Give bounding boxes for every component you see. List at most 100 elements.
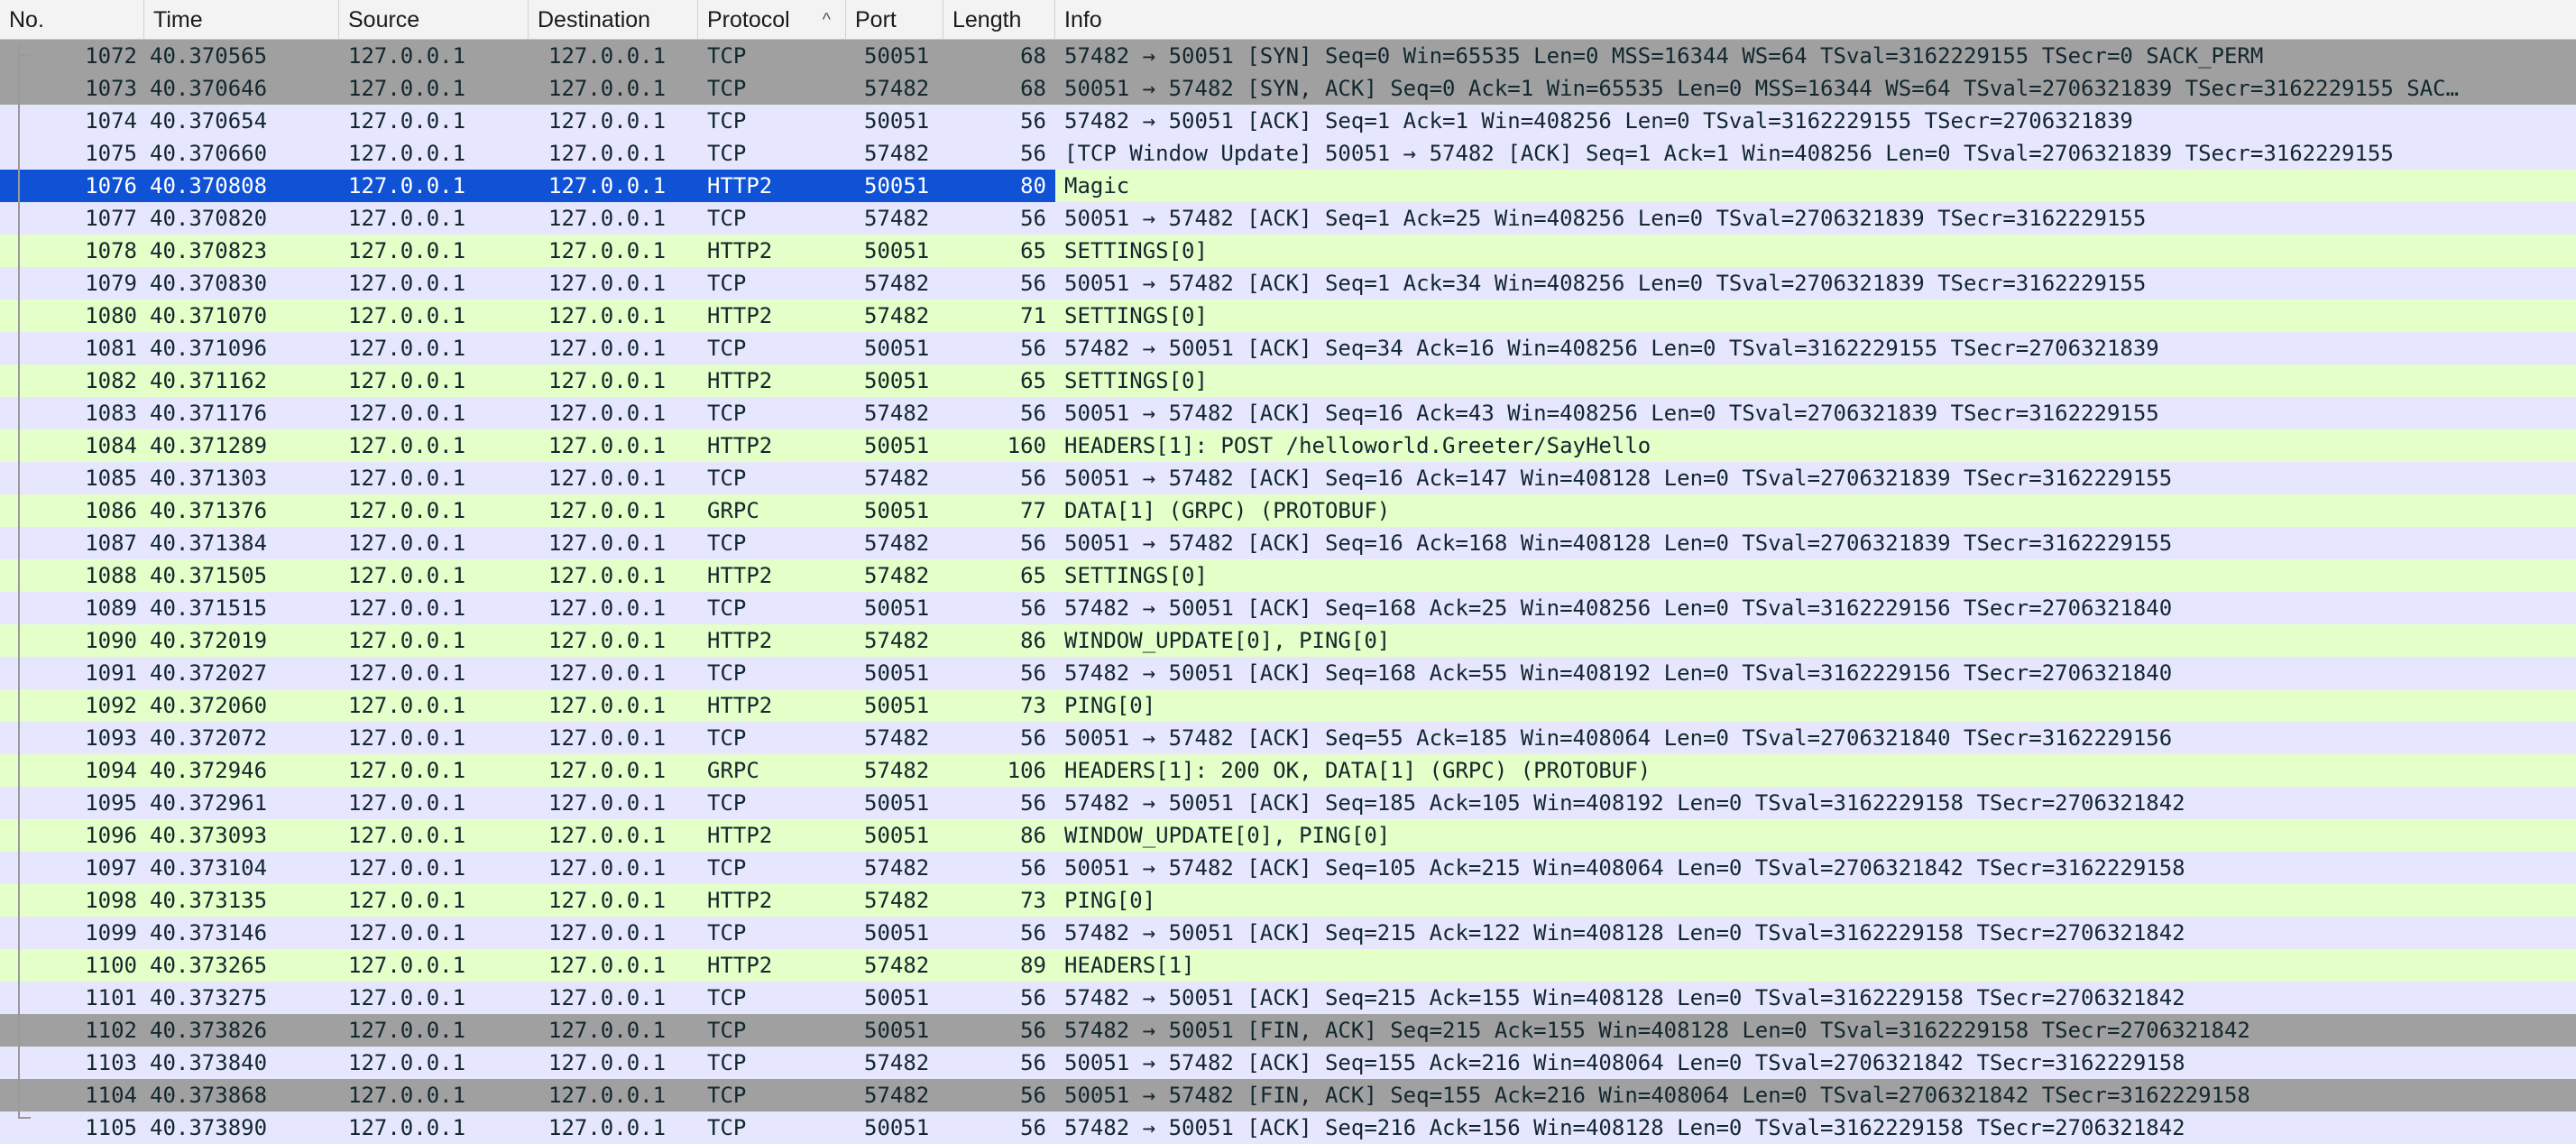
packet-row[interactable]: 1089 40.371515 127.0.0.1 127.0.0.1 TCP 50051 5…: [0, 592, 2576, 624]
column-header-info-label: Info: [1064, 7, 1102, 32]
packet-row[interactable]: 1086 40.371376 127.0.0.1 127.0.0.1 GRPC 50051…: [0, 494, 2576, 527]
packet-info: 57482 → 50051 [ACK] Seq=215 Ack=122 Win=…: [1064, 920, 2185, 946]
packet-row[interactable]: 1099 40.373146 127.0.0.1 127.0.0.1 TCP 50051 5…: [0, 917, 2576, 949]
packet-length: 56: [1020, 466, 1046, 491]
packet-row[interactable]: 1101 40.373275 127.0.0.1 127.0.0.1 TCP 50051 5…: [0, 982, 2576, 1014]
column-header-protocol-label: Protocol: [707, 7, 790, 32]
packet-protocol: TCP: [707, 466, 747, 491]
packet-number: 1091: [85, 660, 137, 686]
packet-length: 68: [1020, 76, 1046, 101]
packet-info: 57482 → 50051 [ACK] Seq=34 Ack=16 Win=40…: [1064, 336, 2159, 361]
packet-length: 73: [1020, 693, 1046, 718]
packet-protocol: TCP: [707, 401, 747, 426]
packet-row[interactable]: 1090 40.372019 127.0.0.1 127.0.0.1 HTTP2 5748…: [0, 624, 2576, 657]
packet-time: 40.371376: [150, 498, 268, 523]
packet-row[interactable]: 1094 40.372946 127.0.0.1 127.0.0.1 GRPC 57482…: [0, 754, 2576, 787]
packet-row[interactable]: 1082 40.371162 127.0.0.1 127.0.0.1 HTTP2 5005…: [0, 364, 2576, 397]
packet-info: 57482 → 50051 [ACK] Seq=216 Ack=156 Win=…: [1064, 1115, 2185, 1140]
packet-length: 68: [1020, 43, 1046, 69]
packet-row[interactable]: 1091 40.372027 127.0.0.1 127.0.0.1 TCP 50051 5…: [0, 657, 2576, 689]
packet-row[interactable]: 1080 40.371070 127.0.0.1 127.0.0.1 HTTP2 5748…: [0, 300, 2576, 332]
packet-destination: 127.0.0.1: [548, 660, 667, 686]
packet-info: 57482 → 50051 [ACK] Seq=168 Ack=55 Win=4…: [1064, 660, 2173, 686]
packet-row[interactable]: 1073 40.370646 127.0.0.1 127.0.0.1 TCP 57482 6…: [0, 72, 2576, 105]
packet-row[interactable]: 1093 40.372072 127.0.0.1 127.0.0.1 TCP 57482 5…: [0, 722, 2576, 754]
packet-protocol: HTTP2: [707, 953, 773, 978]
packet-port: 50051: [864, 660, 930, 686]
packet-number: 1077: [85, 206, 137, 231]
packet-source: 127.0.0.1: [348, 530, 466, 556]
packet-info: 57482 → 50051 [ACK] Seq=168 Ack=25 Win=4…: [1064, 595, 2173, 621]
packet-row[interactable]: 1088 40.371505 127.0.0.1 127.0.0.1 HTTP2 5748…: [0, 559, 2576, 592]
column-header-length[interactable]: Length: [943, 0, 1055, 40]
packet-protocol: TCP: [707, 790, 747, 816]
packet-protocol: TCP: [707, 76, 747, 101]
packet-info: SETTINGS[0]: [1064, 238, 1208, 263]
packet-number: 1093: [85, 725, 137, 751]
packet-row[interactable]: 1078 40.370823 127.0.0.1 127.0.0.1 HTTP2 5005…: [0, 235, 2576, 267]
packet-row[interactable]: 1104 40.373868 127.0.0.1 127.0.0.1 TCP 57482 5…: [0, 1079, 2576, 1112]
packet-port: 50051: [864, 1115, 930, 1140]
packet-destination: 127.0.0.1: [548, 855, 667, 881]
packet-source: 127.0.0.1: [348, 336, 466, 361]
packet-number: 1089: [85, 595, 137, 621]
packet-row[interactable]: 1077 40.370820 127.0.0.1 127.0.0.1 TCP 57482 5…: [0, 202, 2576, 235]
packet-protocol: TCP: [707, 595, 747, 621]
packet-time: 40.370820: [150, 206, 268, 231]
packet-length: 56: [1020, 985, 1046, 1010]
packet-length: 160: [1007, 433, 1046, 458]
packet-port: 50051: [864, 238, 930, 263]
packet-time: 40.371096: [150, 336, 268, 361]
packet-protocol: TCP: [707, 920, 747, 946]
packet-row[interactable]: 1084 40.371289 127.0.0.1 127.0.0.1 HTTP2 5005…: [0, 429, 2576, 462]
packet-row[interactable]: 1075 40.370660 127.0.0.1 127.0.0.1 TCP 57482 5…: [0, 137, 2576, 170]
packet-row[interactable]: 1092 40.372060 127.0.0.1 127.0.0.1 HTTP2 5005…: [0, 689, 2576, 722]
column-header-protocol[interactable]: Protocol ^: [698, 0, 846, 40]
column-header-time[interactable]: Time: [144, 0, 339, 40]
packet-info: Magic: [1055, 170, 2576, 202]
column-header-port[interactable]: Port: [846, 0, 943, 40]
packet-port: 57482: [864, 1050, 930, 1075]
packet-number: 1101: [85, 985, 137, 1010]
packet-port: 57482: [864, 725, 930, 751]
packet-time: 40.373826: [150, 1018, 268, 1043]
packet-row[interactable]: 1074 40.370654 127.0.0.1 127.0.0.1 TCP 50051 5…: [0, 105, 2576, 137]
packet-row[interactable]: 1100 40.373265 127.0.0.1 127.0.0.1 HTTP2 5748…: [0, 949, 2576, 982]
packet-time: 40.373104: [150, 855, 268, 881]
column-header-source[interactable]: Source: [339, 0, 529, 40]
sort-ascending-icon: ^: [822, 10, 831, 30]
packet-info: WINDOW_UPDATE[0], PING[0]: [1064, 628, 1391, 653]
packet-row-selected[interactable]: 1076 40.370808 127.0.0.1 127.0.0.1 HTTP2 5005…: [0, 170, 2576, 202]
packet-time: 40.372961: [150, 790, 268, 816]
packet-row[interactable]: 1103 40.373840 127.0.0.1 127.0.0.1 TCP 57482 5…: [0, 1047, 2576, 1079]
packet-row[interactable]: 1105 40.373890 127.0.0.1 127.0.0.1 TCP 50051 5…: [0, 1112, 2576, 1144]
packet-row[interactable]: 1095 40.372961 127.0.0.1 127.0.0.1 TCP 50051 5…: [0, 787, 2576, 819]
packet-source: 127.0.0.1: [348, 433, 466, 458]
column-header-no[interactable]: No.: [0, 0, 144, 40]
packet-destination: 127.0.0.1: [548, 206, 667, 231]
packet-source: 127.0.0.1: [348, 141, 466, 166]
column-header-destination[interactable]: Destination: [529, 0, 698, 40]
packet-port: 50051: [864, 368, 930, 393]
packet-row[interactable]: 1072 40.370565 127.0.0.1 127.0.0.1 TCP 50051 6…: [0, 40, 2576, 72]
packet-number: 1081: [85, 336, 137, 361]
packet-row[interactable]: 1102 40.373826 127.0.0.1 127.0.0.1 TCP 50051 5…: [0, 1014, 2576, 1047]
packet-destination: 127.0.0.1: [548, 43, 667, 69]
packet-time: 40.373890: [150, 1115, 268, 1140]
packet-row[interactable]: 1079 40.370830 127.0.0.1 127.0.0.1 TCP 57482 5…: [0, 267, 2576, 300]
column-header-info[interactable]: Info: [1055, 0, 2576, 40]
packet-row[interactable]: 1097 40.373104 127.0.0.1 127.0.0.1 TCP 57482 5…: [0, 852, 2576, 884]
packet-destination: 127.0.0.1: [548, 303, 667, 328]
packet-destination: 127.0.0.1: [548, 1018, 667, 1043]
packet-destination: 127.0.0.1: [548, 628, 667, 653]
packet-info: SETTINGS[0]: [1064, 368, 1208, 393]
packet-row[interactable]: 1085 40.371303 127.0.0.1 127.0.0.1 TCP 57482 5…: [0, 462, 2576, 494]
packet-row[interactable]: 1096 40.373093 127.0.0.1 127.0.0.1 HTTP2 5005…: [0, 819, 2576, 852]
packet-row[interactable]: 1098 40.373135 127.0.0.1 127.0.0.1 HTTP2 5748…: [0, 884, 2576, 917]
packet-row[interactable]: 1083 40.371176 127.0.0.1 127.0.0.1 TCP 57482 5…: [0, 397, 2576, 429]
packet-length: 73: [1020, 888, 1046, 913]
packet-row[interactable]: 1087 40.371384 127.0.0.1 127.0.0.1 TCP 57482 5…: [0, 527, 2576, 559]
packet-source: 127.0.0.1: [348, 1115, 466, 1140]
packet-number: 1078: [85, 238, 137, 263]
packet-row[interactable]: 1081 40.371096 127.0.0.1 127.0.0.1 TCP 50051 5…: [0, 332, 2576, 364]
